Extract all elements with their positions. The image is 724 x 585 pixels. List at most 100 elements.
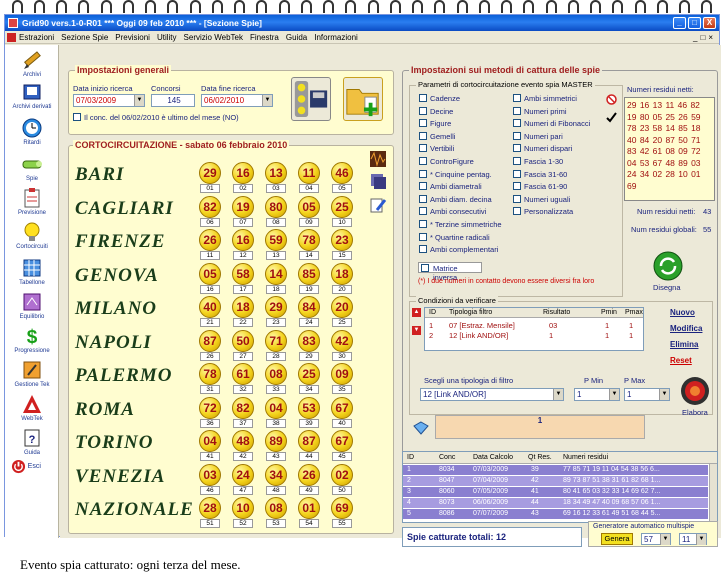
generator-size-select[interactable]: 11 ▼: [679, 533, 707, 545]
chevron-down-icon[interactable]: ▼: [659, 389, 669, 400]
number-ball[interactable]: 72: [199, 396, 221, 419]
sidebar-item-progressione[interactable]: $ Progressione: [5, 325, 59, 354]
option-checkbox[interactable]: [419, 169, 427, 178]
mdi-minimize-button[interactable]: _: [693, 33, 697, 42]
close-button[interactable]: X: [703, 17, 716, 29]
option-checkbox[interactable]: [419, 232, 427, 241]
mdi-close-button[interactable]: ×: [708, 33, 713, 42]
number-ball[interactable]: 87: [298, 430, 320, 452]
chevron-down-icon[interactable]: ▼: [696, 534, 706, 545]
number-ball[interactable]: 71: [265, 329, 287, 352]
option-checkbox[interactable]: [419, 207, 427, 216]
number-ball[interactable]: 59: [265, 229, 287, 251]
minimize-button[interactable]: _: [673, 17, 686, 29]
option-checkbox[interactable]: [513, 157, 521, 165]
number-ball[interactable]: 89: [265, 430, 287, 452]
option-checkbox[interactable]: [513, 207, 521, 216]
chevron-down-icon[interactable]: ▼: [134, 95, 144, 106]
number-ball[interactable]: 42: [331, 329, 353, 352]
number-ball[interactable]: 20: [331, 296, 353, 318]
last-of-month-checkbox[interactable]: [73, 113, 81, 121]
sidebar-item-guida[interactable]: ? Guida: [5, 427, 59, 456]
number-ball[interactable]: 09: [331, 363, 353, 385]
number-ball[interactable]: 48: [232, 430, 254, 452]
number-ball[interactable]: 13: [265, 162, 287, 184]
recycle-icon[interactable]: [653, 251, 683, 281]
start-date-field[interactable]: 07/03/2009 ▼: [73, 94, 145, 107]
chevron-down-icon[interactable]: ▼: [660, 534, 670, 545]
condition-cell[interactable]: 2: [429, 331, 433, 340]
number-ball[interactable]: 05: [298, 195, 320, 218]
number-ball[interactable]: 29: [199, 162, 221, 184]
number-ball[interactable]: 14: [265, 262, 287, 285]
number-ball[interactable]: 82: [232, 396, 254, 419]
option-checkbox[interactable]: [513, 169, 521, 178]
reset-link[interactable]: Reset: [670, 356, 692, 365]
menu-informazioni[interactable]: Informazioni: [314, 33, 358, 42]
number-ball[interactable]: 83: [298, 329, 320, 352]
pmin-select[interactable]: 1 ▼: [574, 388, 620, 401]
condition-cell[interactable]: 1: [629, 331, 633, 340]
table-row[interactable]: 1 8034 07/03/2009 39 77 85 71 19 11 04 54 38…: [403, 465, 708, 475]
number-ball[interactable]: 28: [199, 497, 221, 519]
number-ball[interactable]: 26: [199, 229, 221, 251]
maximize-button[interactable]: □: [688, 17, 701, 29]
number-ball[interactable]: 08: [265, 363, 287, 385]
menu-guida[interactable]: Guida: [286, 33, 307, 42]
option-checkbox[interactable]: [419, 106, 427, 115]
number-ball[interactable]: 40: [199, 296, 221, 318]
number-ball[interactable]: 08: [265, 497, 287, 519]
number-ball[interactable]: 87: [199, 329, 221, 352]
number-ball[interactable]: 05: [199, 262, 221, 285]
filter-type-select[interactable]: 12 [Link AND/OR] ▼: [420, 388, 564, 401]
sidebar-item-tabellone[interactable]: Tabellone: [5, 257, 59, 286]
menu-estrazioni[interactable]: Estrazioni: [19, 33, 54, 42]
sidebar-item-spie[interactable]: Spie: [5, 153, 59, 182]
option-checkbox[interactable]: [419, 119, 427, 128]
chevron-down-icon[interactable]: ▼: [609, 389, 619, 400]
generate-button[interactable]: Genera: [601, 533, 633, 545]
number-ball[interactable]: 02: [331, 463, 353, 486]
option-checkbox[interactable]: [419, 194, 427, 203]
number-ball[interactable]: 80: [265, 195, 287, 218]
menu-previsioni[interactable]: Previsioni: [115, 33, 150, 42]
results-scrollbar[interactable]: [709, 464, 717, 522]
number-ball[interactable]: 04: [199, 430, 221, 452]
number-ball[interactable]: 25: [298, 363, 320, 385]
option-checkbox[interactable]: [513, 106, 521, 115]
number-ball[interactable]: 29: [265, 296, 287, 318]
draw-button-label[interactable]: Disegna: [653, 283, 681, 292]
elabora-button[interactable]: [680, 376, 710, 408]
option-checkbox[interactable]: [419, 144, 427, 153]
settings-button[interactable]: [291, 77, 331, 121]
number-ball[interactable]: 18: [232, 296, 254, 318]
mdi-restore-button[interactable]: □: [700, 33, 705, 42]
menu-sezione-spie[interactable]: Sezione Spie: [61, 33, 108, 42]
waveform-icon[interactable]: [369, 150, 387, 168]
condition-cell[interactable]: 1: [549, 331, 553, 340]
number-ball[interactable]: 53: [298, 396, 320, 419]
option-checkbox[interactable]: [513, 119, 521, 128]
condition-cell[interactable]: 1: [629, 321, 633, 330]
option-checkbox[interactable]: [419, 157, 427, 165]
move-down-icon[interactable]: ▼: [412, 326, 421, 335]
number-ball[interactable]: 04: [265, 396, 287, 419]
sidebar-item-ritardi[interactable]: Ritardi: [5, 117, 59, 146]
generator-count-select[interactable]: 57 ▼: [641, 533, 671, 545]
table-row[interactable]: 5 8086 07/07/2009 43 69 16 12 33 61 49 51 68…: [403, 509, 708, 519]
number-ball[interactable]: 19: [232, 195, 254, 218]
new-condition-link[interactable]: Nuovo: [670, 308, 695, 317]
number-ball[interactable]: 84: [298, 296, 320, 318]
number-ball[interactable]: 50: [232, 329, 254, 352]
number-ball[interactable]: 78: [199, 363, 221, 385]
number-ball[interactable]: 69: [331, 497, 353, 519]
number-ball[interactable]: 24: [232, 463, 254, 486]
number-ball[interactable]: 67: [331, 430, 353, 452]
matrice-inversa-checkbox[interactable]: [421, 264, 429, 272]
number-ball[interactable]: 78: [298, 229, 320, 251]
table-row[interactable]: 3 8060 07/05/2009 41 80 41 65 03 32 33 14 69…: [403, 487, 708, 497]
sidebar-item-cortocircuiti[interactable]: Cortocircuiti: [5, 221, 59, 250]
number-ball[interactable]: 34: [265, 463, 287, 486]
number-ball[interactable]: 11: [298, 162, 320, 184]
end-date-field[interactable]: 06/02/2010 ▼: [201, 94, 273, 107]
